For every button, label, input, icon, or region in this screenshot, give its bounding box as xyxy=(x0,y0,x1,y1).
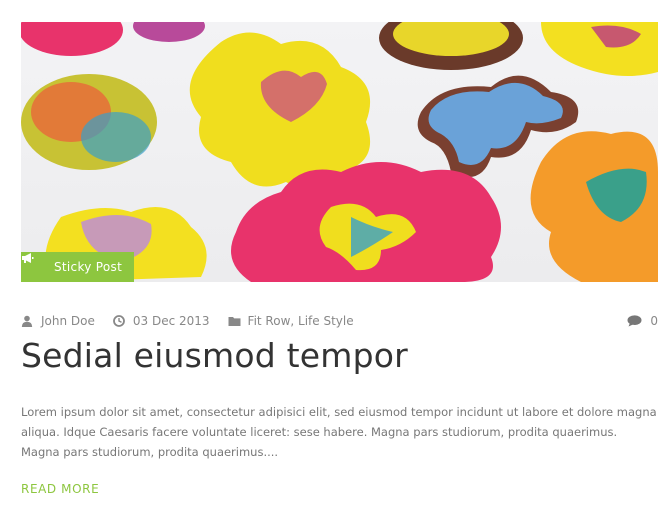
post-title[interactable]: Sedial eiusmod tempor xyxy=(21,336,408,375)
comment-count: 0 xyxy=(650,314,658,328)
clock-icon xyxy=(112,315,125,327)
date-text: 03 Dec 2013 xyxy=(132,314,210,328)
post-meta: John Doe 03 Dec 2013 Fit Row, Life Style xyxy=(21,313,658,329)
bullhorn-icon xyxy=(22,253,46,273)
post-categories[interactable]: Fit Row, Life Style xyxy=(228,314,354,328)
folder-icon xyxy=(228,315,241,327)
sticky-post-label: Sticky Post xyxy=(54,260,123,274)
blog-post: Sticky Post John Doe 03 Dec 2013 Fit Row… xyxy=(21,22,658,496)
post-date: 03 Dec 2013 xyxy=(112,314,210,328)
categories-text: Fit Row, Life Style xyxy=(247,314,354,328)
featured-image[interactable]: Sticky Post xyxy=(21,22,658,282)
comments-link[interactable]: 0 xyxy=(627,314,658,328)
cookie xyxy=(21,22,123,56)
read-more-link[interactable]: READ MORE xyxy=(21,482,99,496)
post-author[interactable]: John Doe xyxy=(21,314,95,328)
cookie xyxy=(133,22,205,42)
comment-icon xyxy=(627,315,642,327)
sticky-post-badge: Sticky Post xyxy=(21,252,135,282)
post-excerpt: Lorem ipsum dolor sit amet, consectetur … xyxy=(21,405,657,459)
author-name: John Doe xyxy=(41,314,95,328)
user-icon xyxy=(21,315,33,327)
cookies-photo xyxy=(21,22,658,282)
